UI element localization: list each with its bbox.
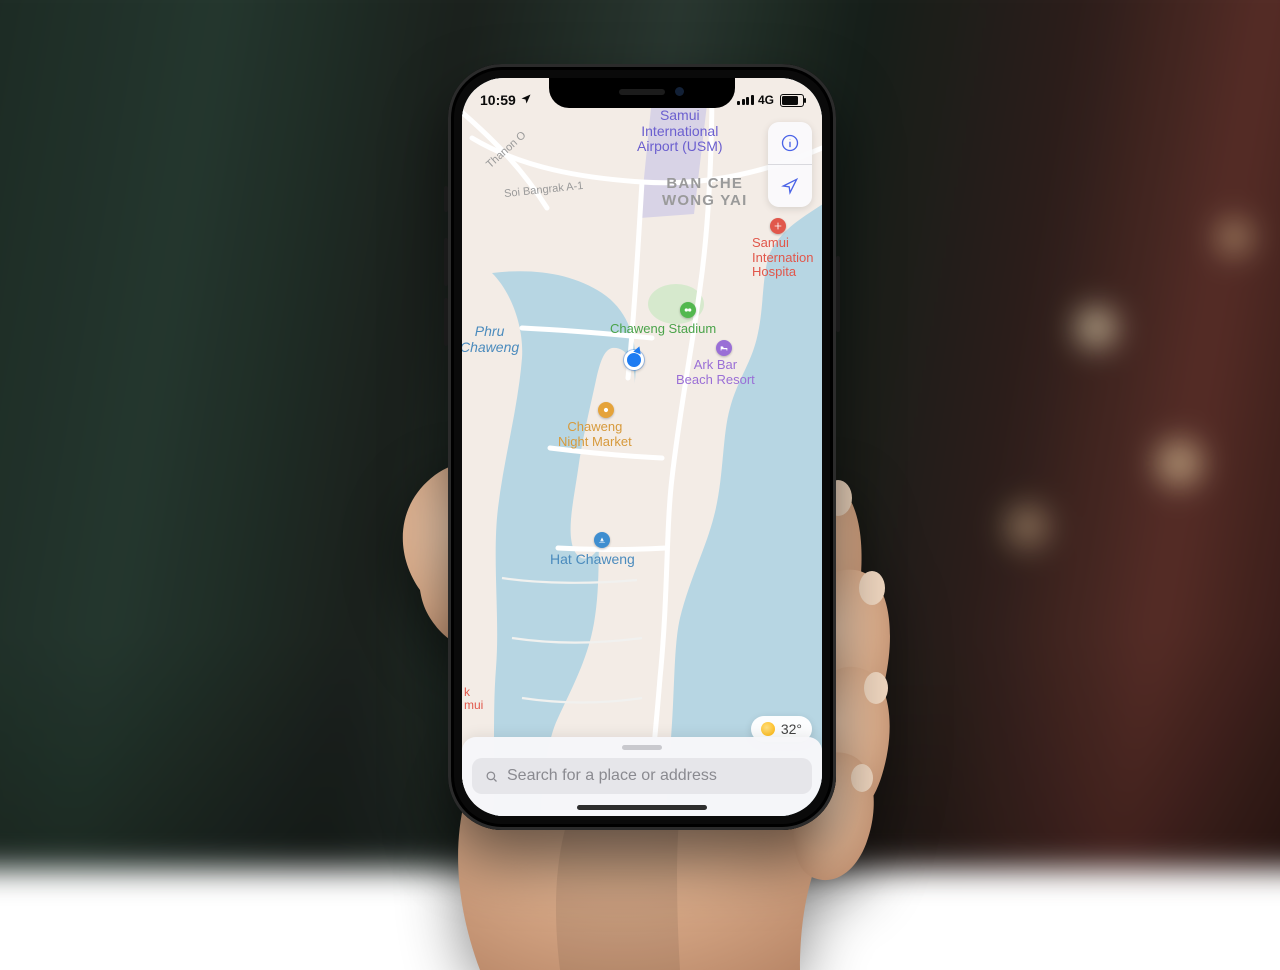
search-icon — [484, 769, 499, 784]
drag-handle[interactable] — [622, 745, 662, 750]
map-controls — [768, 122, 812, 207]
search-placeholder: Search for a place or address — [507, 767, 717, 785]
notch — [549, 78, 735, 108]
volume-down-button[interactable] — [444, 298, 448, 346]
status-time: 10:59 — [480, 92, 516, 108]
search-field[interactable]: Search for a place or address — [472, 758, 812, 794]
screen: 10:59 4G — [462, 78, 822, 816]
user-location-dot[interactable] — [624, 350, 644, 370]
mute-switch[interactable] — [444, 186, 448, 212]
location-services-icon — [520, 92, 532, 108]
poi-market-icon[interactable] — [598, 402, 614, 418]
power-button[interactable] — [836, 256, 840, 332]
cellular-signal-icon — [737, 95, 754, 105]
home-indicator[interactable] — [577, 805, 707, 810]
poi-hospital-icon[interactable] — [770, 218, 786, 234]
poi-stadium-icon[interactable] — [680, 302, 696, 318]
weather-temperature: 32° — [781, 721, 802, 737]
battery-icon — [780, 94, 804, 107]
sun-icon — [761, 722, 775, 736]
network-type: 4G — [758, 93, 774, 107]
phone-frame: 10:59 4G — [448, 64, 836, 830]
poi-hotel-icon[interactable] — [716, 340, 732, 356]
locate-me-button[interactable] — [768, 165, 812, 207]
poi-beach-icon[interactable] — [594, 532, 610, 548]
volume-up-button[interactable] — [444, 238, 448, 286]
map-info-button[interactable] — [768, 122, 812, 164]
